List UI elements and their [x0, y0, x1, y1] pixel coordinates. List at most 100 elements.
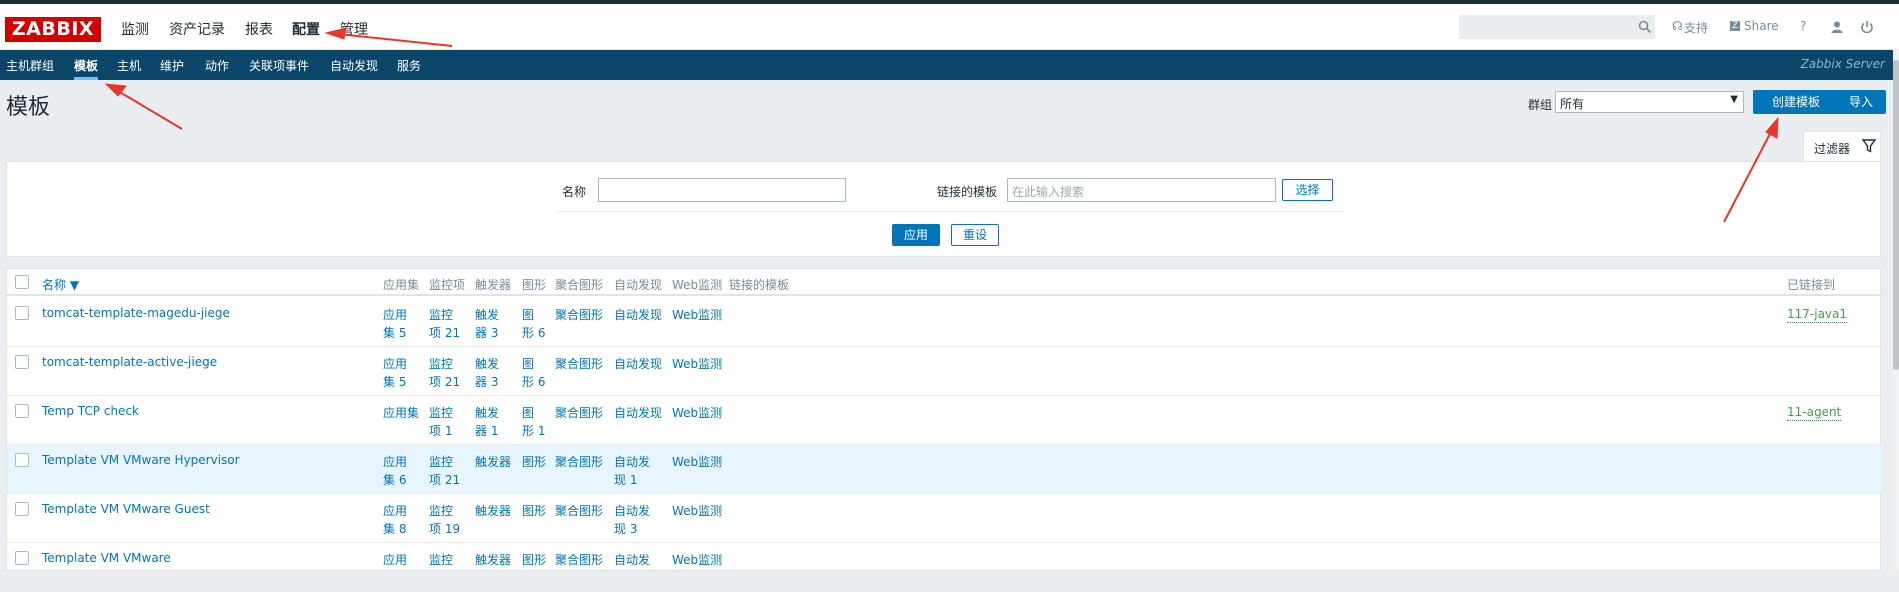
- filter-divider: [557, 211, 1344, 212]
- triggers-link[interactable]: 触发器: [475, 453, 511, 471]
- help-icon[interactable]: ?: [1800, 19, 1806, 33]
- filter-tab[interactable]: 过滤器: [1803, 131, 1881, 161]
- filter-linked-templates-input[interactable]: 在此输入搜索: [1007, 178, 1276, 202]
- filter-linked-templates-label: 链接的模板: [937, 185, 998, 199]
- template-name-link[interactable]: Temp TCP check: [42, 404, 139, 418]
- apply-button[interactable]: 应用: [892, 224, 940, 246]
- web-link[interactable]: Web监测: [672, 551, 722, 569]
- graphs-link[interactable]: 图 形 6: [522, 355, 545, 391]
- graphs-link[interactable]: 图形: [522, 551, 546, 569]
- global-search-input[interactable]: [1459, 15, 1655, 39]
- group-select[interactable]: 所有 ▼: [1555, 91, 1744, 113]
- screens-link[interactable]: 聚合图形: [555, 502, 603, 520]
- row-checkbox[interactable]: [15, 404, 29, 418]
- graphs-link[interactable]: 图 形 6: [522, 306, 545, 342]
- template-name-link[interactable]: Template VM VMware Guest: [42, 502, 210, 516]
- applications-link[interactable]: 应用集: [383, 404, 419, 422]
- items-link[interactable]: 监控: [429, 551, 453, 569]
- main-nav-inventory[interactable]: 资产记录: [169, 19, 225, 39]
- subnav-discovery[interactable]: 自动发现: [330, 57, 378, 74]
- applications-link[interactable]: 应用 集 8: [383, 502, 407, 538]
- subnav-services[interactable]: 服务: [397, 57, 421, 74]
- subnav-hosts[interactable]: 主机: [117, 57, 141, 74]
- server-name: Zabbix Server: [1800, 57, 1885, 71]
- applications-link[interactable]: 应用 集 6: [383, 453, 407, 489]
- main-nav-monitoring[interactable]: 监测: [121, 19, 149, 39]
- search-icon[interactable]: [1638, 20, 1652, 34]
- zabbix-logo[interactable]: ZABBIX: [5, 17, 101, 42]
- linked-host-link[interactable]: 11-agent: [1787, 404, 1842, 421]
- screens-link[interactable]: 聚合图形: [555, 404, 603, 422]
- row-checkbox[interactable]: [15, 453, 29, 467]
- scrollbar-thumb[interactable]: [1893, 60, 1899, 370]
- logout-power-icon[interactable]: [1860, 20, 1874, 34]
- web-link[interactable]: Web监测: [672, 404, 722, 422]
- graphs-link[interactable]: 图 形 1: [522, 404, 545, 440]
- discovery-link[interactable]: 自动发: [614, 551, 650, 569]
- table-row: tomcat-template-active-jiege 应用 集 5 监控 项…: [7, 347, 1882, 396]
- applications-link[interactable]: 应用: [383, 551, 407, 569]
- header-linked-templates: 链接的模板: [729, 278, 790, 292]
- screens-link[interactable]: 聚合图形: [555, 306, 603, 324]
- select-all-checkbox[interactable]: [15, 275, 29, 289]
- subnav-host-groups[interactable]: 主机群组: [6, 57, 54, 74]
- page-scrollbar[interactable]: [1893, 50, 1899, 571]
- subnav-actions[interactable]: 动作: [205, 57, 229, 74]
- graphs-link[interactable]: 图形: [522, 502, 546, 520]
- web-link[interactable]: Web监测: [672, 502, 722, 520]
- screens-link[interactable]: 聚合图形: [555, 453, 603, 471]
- header-discovery: 自动发现: [614, 278, 663, 292]
- items-link[interactable]: 监控 项 21: [429, 306, 460, 342]
- discovery-link[interactable]: 自动发现: [614, 404, 662, 422]
- support-link[interactable]: 支持: [1684, 19, 1708, 36]
- linked-host-link[interactable]: 117-java1: [1787, 306, 1848, 323]
- row-checkbox[interactable]: [15, 502, 29, 516]
- triggers-link[interactable]: 触发器: [475, 551, 511, 569]
- template-name-link[interactable]: Template VM VMware Hypervisor: [42, 453, 240, 467]
- row-checkbox[interactable]: [15, 551, 29, 565]
- template-name-link[interactable]: tomcat-template-magedu-jiege: [42, 306, 230, 320]
- header-name-sort[interactable]: 名称 ▼: [42, 276, 79, 293]
- header-applications: 应用集: [383, 278, 420, 292]
- filter-name-input[interactable]: [598, 178, 846, 202]
- items-link[interactable]: 监控 项 19: [429, 502, 460, 538]
- row-checkbox[interactable]: [15, 355, 29, 369]
- discovery-link[interactable]: 自动发 现 3: [614, 502, 650, 538]
- create-template-button[interactable]: 创建模板: [1753, 90, 1839, 114]
- subnav-templates[interactable]: 模板: [74, 57, 98, 74]
- subnav-correlation[interactable]: 关联项事件: [249, 57, 309, 74]
- triggers-link[interactable]: 触发 器 1: [475, 404, 499, 440]
- subnav-maintenance[interactable]: 维护: [160, 57, 184, 74]
- items-link[interactable]: 监控 项 21: [429, 453, 460, 489]
- triggers-link[interactable]: 触发 器 3: [475, 355, 499, 391]
- discovery-link[interactable]: 自动发 现 1: [614, 453, 650, 489]
- reset-button[interactable]: 重设: [951, 224, 999, 246]
- applications-link[interactable]: 应用 集 5: [383, 355, 407, 391]
- template-name-link[interactable]: Template VM VMware: [42, 551, 171, 565]
- applications-link[interactable]: 应用 集 5: [383, 306, 407, 342]
- main-nav-configuration[interactable]: 配置: [292, 19, 320, 39]
- row-checkbox[interactable]: [15, 306, 29, 320]
- items-link[interactable]: 监控 项 21: [429, 355, 460, 391]
- screens-link[interactable]: 聚合图形: [555, 355, 603, 373]
- import-button[interactable]: 导入: [1836, 90, 1886, 114]
- web-link[interactable]: Web监测: [672, 355, 722, 373]
- user-profile-icon[interactable]: [1830, 20, 1844, 34]
- items-link[interactable]: 监控 项 1: [429, 404, 453, 440]
- table-row: Template VM VMware 应用 监控 触发器 图形 聚合图形 自动发…: [7, 543, 1882, 592]
- main-nav-administration[interactable]: 管理: [340, 19, 368, 39]
- graphs-link[interactable]: 图形: [522, 453, 546, 471]
- select-button[interactable]: 选择: [1282, 179, 1333, 201]
- main-nav-reports[interactable]: 报表: [245, 19, 273, 39]
- discovery-link[interactable]: 自动发现: [614, 355, 662, 373]
- template-name-link[interactable]: tomcat-template-active-jiege: [42, 355, 217, 369]
- triggers-link[interactable]: 触发 器 3: [475, 306, 499, 342]
- share-link[interactable]: Share: [1744, 19, 1779, 33]
- discovery-link[interactable]: 自动发现: [614, 306, 662, 324]
- web-link[interactable]: Web监测: [672, 306, 722, 324]
- web-link[interactable]: Web监测: [672, 453, 722, 471]
- screens-link[interactable]: 聚合图形: [555, 551, 603, 569]
- headset-icon: ☊: [1672, 19, 1683, 33]
- triggers-link[interactable]: 触发器: [475, 502, 511, 520]
- table-row: Temp TCP check 应用集 监控 项 1 触发 器 1 图 形 1 聚…: [7, 396, 1882, 445]
